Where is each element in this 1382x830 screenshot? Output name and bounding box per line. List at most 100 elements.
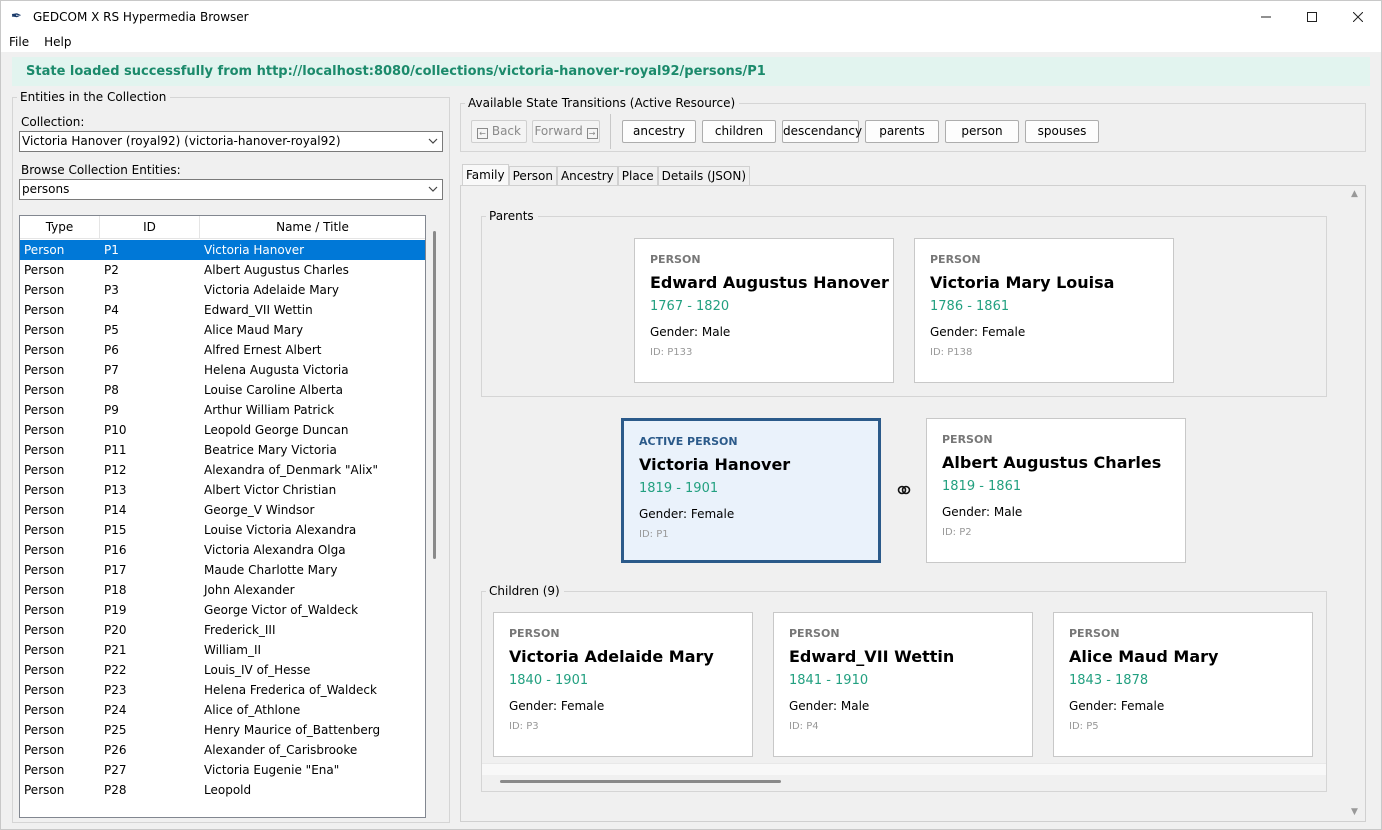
column-header-id[interactable]: ID — [100, 216, 200, 239]
link-children-button[interactable]: children — [702, 120, 776, 143]
link-descendancy-button[interactable]: descendancy — [782, 120, 862, 143]
parents-section — [481, 216, 1327, 397]
table-row[interactable]: Person P6 Alfred Ernest Albert — [20, 340, 425, 360]
menu-file[interactable]: File — [1, 35, 36, 49]
rings-icon — [897, 485, 911, 495]
table-row[interactable]: Person P11 Beatrice Mary Victoria — [20, 440, 425, 460]
table-header: Type ID Name / Title — [20, 216, 425, 239]
table-row[interactable]: Person P24 Alice of_Athlone — [20, 700, 425, 720]
table-row[interactable]: Person P2 Albert Augustus Charles — [20, 260, 425, 280]
link-spouses-button[interactable]: spouses — [1025, 120, 1099, 143]
child-card[interactable]: PERSON Edward_VII Wettin 1841 - 1910 Gen… — [773, 612, 1033, 757]
children-hscroll-thumb[interactable] — [500, 780, 781, 783]
table-row[interactable]: Person P25 Henry Maurice of_Battenberg — [20, 720, 425, 740]
tab-place[interactable]: Place — [617, 166, 658, 186]
person-gender: Gender: Female — [930, 325, 1026, 339]
card-kind: PERSON — [942, 433, 993, 446]
tab-person[interactable]: Person — [508, 166, 557, 186]
back-button[interactable]: ← Back — [471, 120, 527, 143]
table-row[interactable]: Person P20 Frederick_III — [20, 620, 425, 640]
table-row[interactable]: Person P28 Leopold — [20, 780, 425, 800]
table-row[interactable]: Person P16 Victoria Alexandra Olga — [20, 540, 425, 560]
table-body: Person P1 Victoria Hanover Person P2 Albert A… — [20, 240, 425, 800]
table-row[interactable]: Person P4 Edward_VII Wettin — [20, 300, 425, 320]
forward-button[interactable]: Forward → — [532, 120, 600, 143]
row-id: P21 — [104, 643, 127, 657]
table-row[interactable]: Person P19 George Victor of_Waldeck — [20, 600, 425, 620]
tab-ancestry[interactable]: Ancestry — [556, 166, 618, 186]
row-name: Albert Augustus Charles — [204, 263, 349, 277]
table-row[interactable]: Person P7 Helena Augusta Victoria — [20, 360, 425, 380]
maximize-button[interactable] — [1289, 1, 1335, 32]
table-scrollbar[interactable] — [433, 231, 436, 559]
table-row[interactable]: Person P27 Victoria Eugenie "Ena" — [20, 760, 425, 780]
parent-card[interactable]: PERSON Victoria Mary Louisa 1786 - 1861 … — [914, 238, 1174, 383]
menu-bar: File Help — [1, 32, 1381, 52]
row-type: Person — [24, 483, 65, 497]
row-id: P26 — [104, 743, 127, 757]
row-name: Henry Maurice of_Battenberg — [204, 723, 381, 737]
table-row[interactable]: Person P12 Alexandra of_Denmark "Alix" — [20, 460, 425, 480]
table-row[interactable]: Person P10 Leopold George Duncan — [20, 420, 425, 440]
table-row[interactable]: Person P22 Louis_IV of_Hesse — [20, 660, 425, 680]
collection-select-value: Victoria Hanover (royal92) (victoria-han… — [22, 134, 341, 148]
link-ancestry-button[interactable]: ancestry — [622, 120, 696, 143]
link-parents-button[interactable]: parents — [865, 120, 939, 143]
minimize-button[interactable] — [1243, 1, 1289, 32]
table-row[interactable]: Person P3 Victoria Adelaide Mary — [20, 280, 425, 300]
row-id: P7 — [104, 363, 119, 377]
parent-card[interactable]: PERSON Edward Augustus Hanover 1767 - 18… — [634, 238, 894, 383]
row-name: Helena Augusta Victoria — [204, 363, 349, 377]
collection-select[interactable]: Victoria Hanover (royal92) (victoria-han… — [19, 131, 443, 152]
table-row[interactable]: Person P13 Albert Victor Christian — [20, 480, 425, 500]
row-type: Person — [24, 423, 65, 437]
row-type: Person — [24, 283, 65, 297]
column-header-type[interactable]: Type — [20, 216, 100, 239]
scroll-up-icon[interactable]: ▲ — [1351, 189, 1358, 199]
link-person-button[interactable]: person — [945, 120, 1019, 143]
back-label: Back — [491, 124, 521, 138]
table-row[interactable]: Person P21 William_II — [20, 640, 425, 660]
table-row[interactable]: Person P17 Maude Charlotte Mary — [20, 560, 425, 580]
panel-scrollbar[interactable]: ▲ ▼ — [1348, 187, 1364, 819]
table-row[interactable]: Person P8 Louise Caroline Alberta — [20, 380, 425, 400]
menu-help[interactable]: Help — [36, 35, 78, 49]
table-row[interactable]: Person P18 John Alexander — [20, 580, 425, 600]
person-id: ID: P2 — [942, 527, 972, 538]
row-type: Person — [24, 263, 65, 277]
table-row[interactable]: Person P1 Victoria Hanover — [20, 240, 425, 260]
row-id: P18 — [104, 583, 127, 597]
tab-family[interactable]: Family — [462, 164, 509, 186]
row-type: Person — [24, 703, 65, 717]
child-card[interactable]: PERSON Victoria Adelaide Mary 1840 - 190… — [493, 612, 753, 757]
person-id: ID: P138 — [930, 347, 973, 358]
forward-label: Forward — [534, 124, 583, 138]
maximize-icon — [1307, 11, 1317, 22]
card-kind: PERSON — [650, 253, 701, 266]
chevron-down-icon — [427, 132, 439, 151]
table-row[interactable]: Person P26 Alexander of_Carisbrooke — [20, 740, 425, 760]
child-card[interactable]: PERSON Alice Maud Mary 1843 - 1878 Gende… — [1053, 612, 1313, 757]
table-row[interactable]: Person P15 Louise Victoria Alexandra — [20, 520, 425, 540]
column-header-name[interactable]: Name / Title — [200, 216, 425, 239]
row-id: P10 — [104, 423, 127, 437]
close-button[interactable] — [1335, 1, 1381, 32]
tab-details-json[interactable]: Details (JSON) — [657, 166, 751, 186]
row-name: William_II — [204, 643, 262, 657]
table-row[interactable]: Person P14 George_V Windsor — [20, 500, 425, 520]
quill-icon: ✒ — [11, 8, 22, 24]
arrow-right-icon: → — [586, 128, 598, 139]
person-name: Alice Maud Mary — [1069, 647, 1219, 666]
row-id: P11 — [104, 443, 127, 457]
scroll-down-icon[interactable]: ▼ — [1351, 807, 1358, 817]
active-person-card[interactable]: ACTIVE PERSON Victoria Hanover 1819 - 19… — [621, 418, 881, 563]
browse-select[interactable]: persons — [19, 179, 443, 200]
row-type: Person — [24, 683, 65, 697]
row-type: Person — [24, 523, 65, 537]
table-row[interactable]: Person P23 Helena Frederica of_Waldeck — [20, 680, 425, 700]
row-id: P22 — [104, 663, 127, 677]
row-name: George_V Windsor — [204, 503, 315, 517]
spouse-card[interactable]: PERSON Albert Augustus Charles 1819 - 18… — [926, 418, 1186, 563]
table-row[interactable]: Person P9 Arthur William Patrick — [20, 400, 425, 420]
table-row[interactable]: Person P5 Alice Maud Mary — [20, 320, 425, 340]
